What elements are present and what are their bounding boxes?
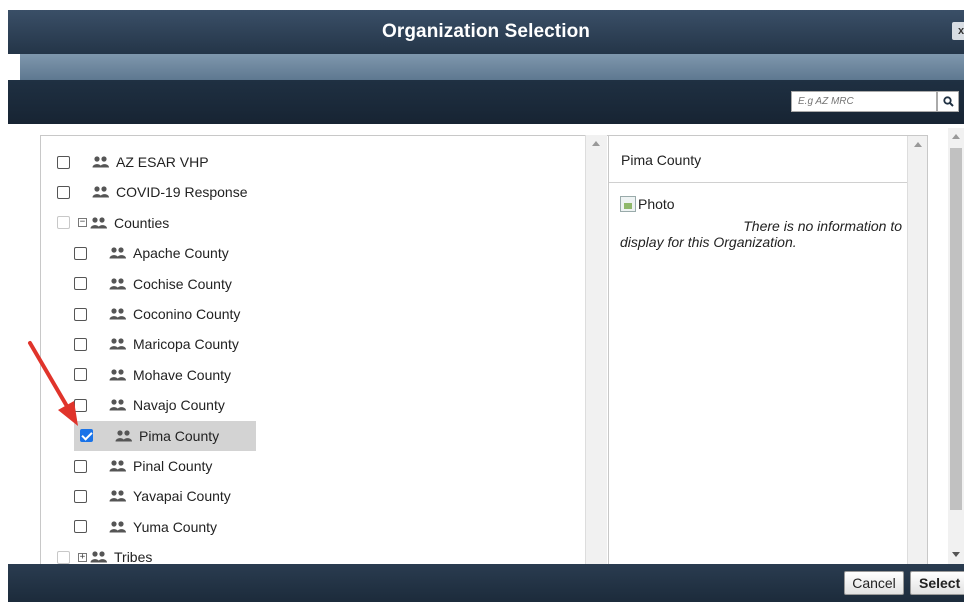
search-bar — [8, 80, 964, 124]
tree-item[interactable]: Yavapai County — [74, 481, 231, 511]
checkbox[interactable] — [74, 459, 87, 473]
tree-item-label: Maricopa County — [133, 336, 239, 353]
collapse-icon[interactable]: − — [78, 218, 87, 228]
group-icon — [115, 429, 132, 442]
group-icon — [109, 338, 126, 350]
organization-info-panel: Pima County Photo There is no informatio… — [608, 135, 928, 565]
checkbox — [57, 216, 70, 230]
close-button[interactable]: x — [952, 22, 964, 40]
dialog-scrollbar[interactable] — [948, 128, 964, 564]
tree-item[interactable]: Mohave County — [74, 360, 231, 390]
organization-selection-dialog: Organization Selection x AZ ESAR VHP COVI… — [8, 10, 964, 602]
checkbox[interactable] — [74, 368, 87, 382]
tree-item[interactable]: Cochise County — [74, 269, 232, 299]
checkbox[interactable] — [74, 246, 87, 260]
tree-item[interactable]: AZ ESAR VHP — [57, 147, 209, 177]
group-icon — [109, 247, 126, 259]
organization-tree: AZ ESAR VHP COVID-19 Response − Counties Apa… — [40, 135, 608, 565]
info-message-line1: There is no information to — [743, 218, 902, 234]
tree-item[interactable]: − Counties — [57, 208, 169, 238]
tree-item[interactable]: Pinal County — [74, 451, 212, 481]
checkbox — [57, 550, 70, 564]
tree-item-label: Pinal County — [133, 458, 213, 474]
scroll-up-arrow-icon[interactable] — [952, 134, 960, 139]
tree-item-label: Cochise County — [133, 275, 232, 292]
group-icon — [109, 460, 126, 472]
tree-item[interactable]: Pima County — [74, 420, 256, 451]
tree-item-label: Navajo County — [133, 397, 225, 414]
checkbox-checked[interactable] — [80, 429, 93, 443]
info-scrollbar[interactable] — [907, 136, 927, 564]
checkbox[interactable] — [74, 307, 87, 321]
broken-image-icon — [620, 196, 636, 212]
scroll-up-arrow-icon[interactable] — [914, 142, 922, 147]
content-area: AZ ESAR VHP COVID-19 Response − Counties Apa… — [8, 124, 964, 565]
search-input[interactable] — [791, 91, 937, 112]
scrollbar-thumb[interactable] — [950, 148, 962, 510]
organization-photo: Photo — [620, 196, 675, 212]
tree-item-label: Coconino County — [133, 306, 241, 322]
group-icon — [109, 369, 126, 381]
checkbox[interactable] — [57, 155, 70, 169]
search-icon — [942, 96, 954, 107]
tree-item-label: Yavapai County — [133, 488, 231, 505]
cancel-button[interactable]: Cancel — [844, 571, 904, 595]
group-icon — [109, 521, 126, 533]
expand-icon[interactable]: + — [78, 552, 87, 562]
dialog-titlebar: Organization Selection x — [8, 10, 964, 54]
select-button[interactable]: Select — [910, 571, 964, 595]
photo-alt-text: Photo — [638, 196, 675, 212]
scroll-down-arrow-icon[interactable] — [952, 552, 960, 557]
group-icon — [109, 490, 126, 502]
tree-item-label: COVID-19 Response — [116, 184, 248, 201]
tree-item[interactable]: Maricopa County — [74, 329, 239, 359]
tree-item-label: Pima County — [139, 427, 220, 444]
tree-item[interactable]: Yuma County — [74, 512, 217, 542]
group-icon — [109, 399, 126, 411]
tree-item-label: Apache County — [133, 245, 229, 262]
dialog-title: Organization Selection — [381, 21, 591, 42]
checkbox[interactable] — [74, 520, 87, 534]
tree-item-label: Tribes — [114, 549, 153, 565]
info-message: There is no information to display for t… — [620, 218, 902, 250]
tree-item-label: Counties — [114, 214, 170, 231]
group-icon — [90, 217, 107, 229]
tree-item[interactable]: + Tribes — [57, 542, 153, 565]
tree-item[interactable]: Apache County — [74, 238, 229, 268]
checkbox[interactable] — [57, 185, 70, 199]
tree-item-label: Mohave County — [133, 366, 232, 383]
tree-item[interactable]: COVID-19 Response — [57, 177, 248, 207]
group-icon — [109, 277, 126, 290]
group-icon — [90, 551, 107, 563]
tree-item-label: AZ ESAR VHP — [116, 154, 209, 170]
dialog-footer: Cancel Select — [8, 564, 964, 602]
tree-scrollbar[interactable] — [585, 135, 607, 565]
tree-item[interactable]: Coconino County — [74, 299, 240, 329]
checkbox[interactable] — [74, 398, 87, 412]
group-icon — [92, 156, 109, 168]
checkbox[interactable] — [74, 337, 87, 351]
group-icon — [109, 308, 126, 320]
info-title: Pima County — [609, 136, 907, 183]
toolbar-strip — [20, 54, 964, 80]
info-message-line2: display for this Organization. — [620, 234, 797, 250]
search-button[interactable] — [937, 91, 959, 112]
checkbox[interactable] — [74, 489, 87, 503]
scroll-up-arrow-icon[interactable] — [592, 141, 600, 146]
tree-item[interactable]: Navajo County — [74, 390, 225, 420]
checkbox[interactable] — [74, 277, 87, 291]
tree-item-label: Yuma County — [133, 518, 218, 535]
group-icon — [92, 186, 109, 198]
